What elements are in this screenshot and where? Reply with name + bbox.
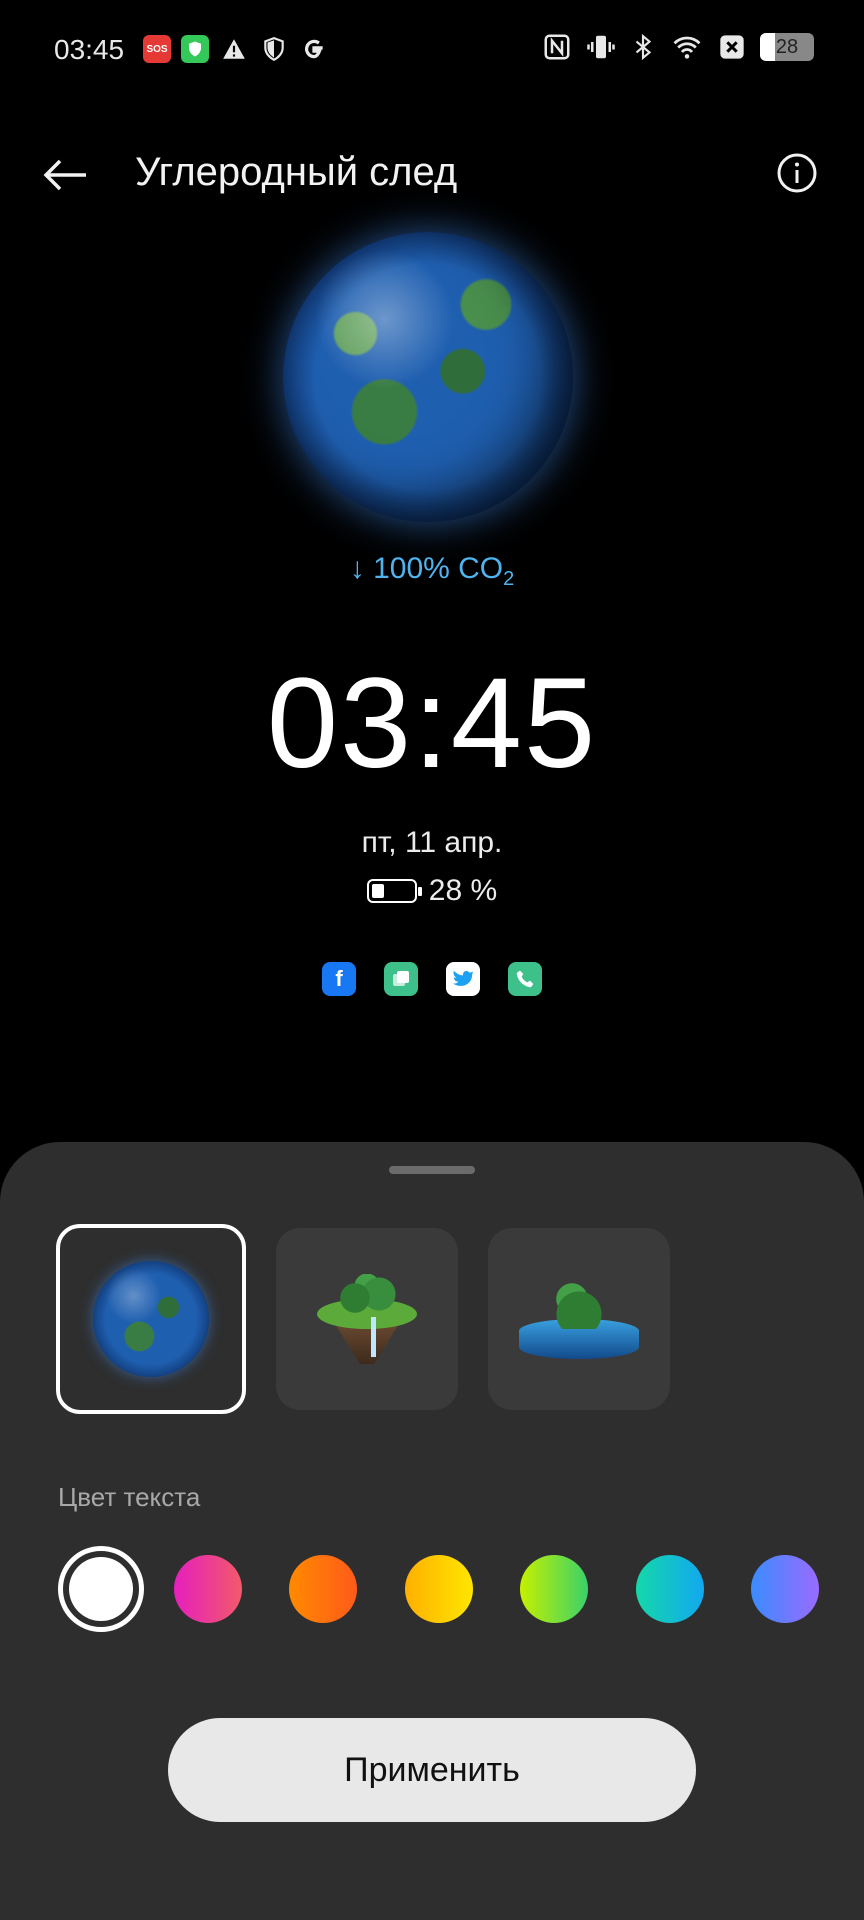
- text-color-label: Цвет текста: [58, 1482, 201, 1512]
- facebook-icon: f: [322, 962, 356, 996]
- back-button[interactable]: [40, 150, 90, 200]
- info-icon: [777, 153, 817, 193]
- preview-clock: 03:45: [266, 652, 598, 795]
- co2-indicator: ↓ 100% CO2: [0, 552, 864, 591]
- theme-option-ocean-island[interactable]: [488, 1228, 670, 1410]
- ocean-island-thumbnail: [514, 1269, 644, 1369]
- sheet-handle[interactable]: [389, 1166, 475, 1174]
- co2-text: ↓ 100% CO: [349, 552, 504, 585]
- earth-thumbnail: [93, 1261, 209, 1377]
- sos-icon: SOS: [143, 35, 171, 63]
- arrow-left-icon: [43, 159, 86, 191]
- warning-icon: [219, 34, 249, 64]
- earth-image: [283, 232, 583, 532]
- status-left-icons: SOS: [143, 34, 329, 64]
- color-swatch-white[interactable]: [58, 1546, 144, 1632]
- status-bar: 03:45 SOS 28: [0, 0, 864, 100]
- color-swatch-orange[interactable]: [289, 1555, 357, 1623]
- bluetooth-icon: [635, 33, 652, 61]
- status-right-icons: 28: [542, 32, 814, 62]
- gallery-icon: [384, 962, 418, 996]
- earth-globe: [283, 232, 573, 522]
- phone-icon: [508, 962, 542, 996]
- apply-button[interactable]: Применить: [168, 1718, 696, 1822]
- co2-subscript: 2: [503, 568, 515, 590]
- x-icon: [720, 35, 744, 59]
- battery-icon: [366, 879, 422, 903]
- preview-battery: 28 %: [0, 874, 864, 908]
- twitter-icon: [446, 962, 480, 996]
- app-header: Углеродный след: [0, 130, 864, 220]
- page-title: Углеродный след: [135, 150, 458, 194]
- color-swatch-blue[interactable]: [751, 1555, 819, 1623]
- vibrate-icon: [587, 35, 615, 59]
- shield-green-icon: [181, 35, 209, 63]
- info-button[interactable]: [776, 152, 818, 194]
- theme-picker: [56, 1224, 670, 1414]
- shield-outline-icon: [259, 34, 289, 64]
- notification-app-icons: f: [0, 962, 864, 996]
- status-battery-icon: 28: [760, 33, 814, 61]
- color-swatch-green[interactable]: [520, 1555, 588, 1623]
- wifi-icon: [673, 36, 701, 59]
- floating-island-thumbnail: [307, 1269, 427, 1369]
- status-battery-value: 28: [775, 35, 799, 58]
- status-time: 03:45: [54, 34, 125, 65]
- theme-option-earth[interactable]: [56, 1224, 246, 1414]
- google-icon: [299, 34, 329, 64]
- text-color-swatches: [58, 1546, 864, 1632]
- color-swatch-yellow[interactable]: [404, 1555, 473, 1623]
- battery-percent: 28 %: [428, 874, 498, 907]
- color-swatch-cyan[interactable]: [635, 1555, 704, 1623]
- theme-option-floating-island[interactable]: [276, 1228, 458, 1410]
- preview-date: пт, 11 апр.: [361, 826, 503, 859]
- color-swatch-pink[interactable]: [173, 1555, 242, 1623]
- customization-sheet: Цвет текста Применить: [0, 1142, 864, 1920]
- nfc-icon: [544, 34, 570, 60]
